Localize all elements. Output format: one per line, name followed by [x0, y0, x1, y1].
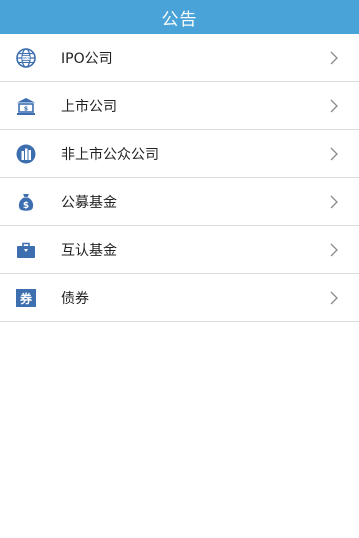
- bank-icon: $: [15, 95, 37, 117]
- list-item-ipo-company[interactable]: IPO IPO公司: [0, 34, 359, 82]
- chevron-right-icon: [329, 147, 339, 161]
- svg-text:券: 券: [19, 291, 33, 306]
- list-item-label: 上市公司: [61, 98, 117, 115]
- page-title: 公告: [161, 9, 198, 30]
- list-item-label: 互认基金: [61, 242, 117, 259]
- svg-text:$: $: [24, 105, 28, 112]
- app-screen: 公告 IPO IPO公司 $ 上市公司 非上市公众公司 $ 公募基金 互认基金 …: [0, 0, 359, 538]
- list-item-label: 非上市公众公司: [61, 146, 159, 163]
- building-icon: [15, 143, 37, 165]
- list-item-public-fund[interactable]: $ 公募基金: [0, 178, 359, 226]
- globe-icon: IPO: [15, 47, 37, 69]
- chevron-right-icon: [329, 243, 339, 257]
- list-item-label: 公募基金: [61, 194, 117, 211]
- list-item-mutual-recognition-fund[interactable]: 互认基金: [0, 226, 359, 274]
- list-item-label: IPO公司: [61, 50, 113, 67]
- list-item-listed-company[interactable]: $ 上市公司: [0, 82, 359, 130]
- chevron-right-icon: [329, 291, 339, 305]
- list-item-unlisted-public-company[interactable]: 非上市公众公司: [0, 130, 359, 178]
- announcement-category-list: IPO IPO公司 $ 上市公司 非上市公众公司 $ 公募基金 互认基金 券 债…: [0, 34, 359, 322]
- svg-text:$: $: [23, 201, 29, 211]
- chevron-right-icon: [329, 195, 339, 209]
- money-bag-icon: $: [15, 191, 37, 213]
- chevron-right-icon: [329, 99, 339, 113]
- list-item-bond[interactable]: 券 债券: [0, 274, 359, 322]
- briefcase-icon: [15, 239, 37, 261]
- svg-text:IPO: IPO: [23, 56, 29, 60]
- title-bar: 公告: [0, 0, 359, 34]
- chevron-right-icon: [329, 51, 339, 65]
- list-item-label: 债券: [61, 290, 89, 307]
- bond-icon: 券: [15, 287, 37, 309]
